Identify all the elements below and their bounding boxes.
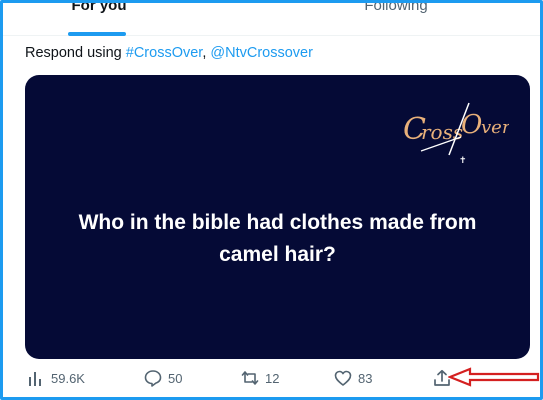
media-card[interactable]: C ross O ver ✝ Who in the bible had clot… <box>25 75 530 359</box>
tweet-text: Respond using #CrossOver, @NtvCrossover <box>25 45 313 61</box>
crossover-logo: C ross O ver ✝ <box>403 102 509 165</box>
hashtag-link[interactable]: #CrossOver <box>126 45 203 61</box>
repost-count: 12 <box>265 370 280 386</box>
heart-icon <box>334 370 352 386</box>
tab-for-you[interactable]: For you <box>69 3 129 14</box>
tab-following[interactable]: Following <box>353 3 439 14</box>
svg-text:ross: ross <box>421 120 463 144</box>
reply-button[interactable]: 50 <box>144 369 182 387</box>
like-count: 83 <box>358 370 373 386</box>
reply-count: 50 <box>168 370 183 386</box>
tweet-frame: For you Following Respond using #CrossOv… <box>0 0 543 400</box>
card-question: Who in the bible had clothes made from c… <box>78 211 477 266</box>
red-arrow-annotation <box>448 367 540 387</box>
svg-text:✝: ✝ <box>459 156 467 165</box>
active-tab-indicator <box>68 32 126 36</box>
reply-icon <box>144 370 162 387</box>
mention-link[interactable]: @NtvCrossover <box>210 45 313 61</box>
repost-button[interactable]: 12 <box>241 369 279 387</box>
analytics-icon <box>29 372 41 386</box>
repost-icon <box>241 371 259 385</box>
svg-text:ver: ver <box>481 117 509 138</box>
tweet-text-prefix: Respond using <box>25 45 126 61</box>
views-count: 59.6K <box>51 370 85 386</box>
views-button[interactable]: 59.6K <box>27 369 85 387</box>
like-button[interactable]: 83 <box>334 369 372 387</box>
timeline-tabs: For you Following <box>3 3 540 36</box>
